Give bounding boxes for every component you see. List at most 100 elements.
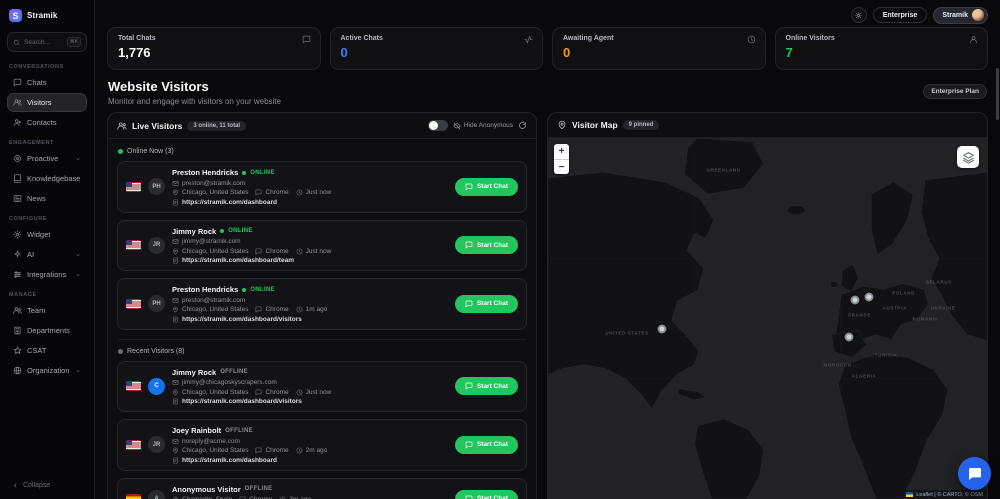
- online-dot: [242, 288, 246, 292]
- visitor-meta-row: Chicago, United States Chrome Just now: [172, 389, 448, 396]
- online-dot: [118, 149, 123, 154]
- visitor-meta-row: Chicago, United States Chrome 2m ago: [172, 447, 448, 454]
- visitor-email-row: noreply@acme.com: [172, 438, 448, 445]
- sidebar-item[interactable]: AI ⌄: [7, 245, 87, 264]
- browser-icon: [255, 248, 262, 255]
- zoom-out-button[interactable]: −: [554, 159, 569, 174]
- sidebar-item[interactable]: Knowledgebase: [7, 169, 87, 188]
- sidebar-item[interactable]: CSAT: [7, 341, 87, 360]
- visitor-email-row: preston@stramik.com: [172, 297, 448, 304]
- search-input[interactable]: Search... ⌘K: [7, 32, 87, 52]
- theme-toggle-button[interactable]: [851, 7, 867, 23]
- browser-icon: [255, 306, 262, 313]
- visitor-url: https://stramik.com/dashboard: [182, 199, 277, 206]
- page-icon: [172, 316, 179, 323]
- visitor-browser: Chrome: [265, 189, 288, 196]
- sidebar-item[interactable]: Integrations ⌄: [7, 265, 87, 284]
- scrollbar-thumb[interactable]: [996, 68, 999, 120]
- chat-icon: [465, 300, 473, 308]
- visitor-card: JR Jimmy Rock ONLINE jimmy@stramik.com C…: [117, 220, 527, 272]
- visitor-map-marker[interactable]: [865, 292, 874, 301]
- nav-section-title: ENGAGEMENT: [9, 140, 85, 146]
- collapse-sidebar-button[interactable]: Collapse: [7, 478, 87, 493]
- mail-icon: [172, 238, 179, 245]
- book-icon: [13, 174, 22, 183]
- map-country-label: FRANCE: [848, 312, 871, 317]
- visitor-email: preston@stramik.com: [182, 297, 245, 304]
- start-chat-button[interactable]: Start Chat: [455, 236, 518, 254]
- start-chat-button[interactable]: Start Chat: [455, 295, 518, 313]
- clock-icon: [296, 447, 303, 454]
- hide-anonymous-toggle[interactable]: [428, 120, 448, 131]
- visitor-map-marker[interactable]: [658, 325, 667, 334]
- sidebar-item[interactable]: Contacts: [7, 113, 87, 132]
- visitor-map-panel: Visitor Map 9 pinned: [547, 112, 988, 499]
- chat-bubble-icon: [967, 466, 983, 482]
- live-visitors-panel: Live Visitors 3 online, 11 total Hide An…: [107, 112, 537, 499]
- search-placeholder: Search...: [24, 39, 63, 46]
- search-icon: [13, 39, 20, 46]
- map-pin-icon: [557, 120, 567, 130]
- layers-icon: [962, 151, 975, 164]
- map-country-label: UKRAINE: [931, 305, 956, 310]
- chevron-left-icon: [12, 482, 19, 489]
- refresh-button[interactable]: [518, 121, 527, 130]
- map-layers-button[interactable]: [957, 146, 979, 168]
- main-area: Enterprise Stramik Total Chats 1,776 Act…: [95, 0, 1000, 499]
- chevron-down-icon: ⌄: [75, 253, 81, 257]
- user-icon: [969, 35, 978, 44]
- enterprise-button[interactable]: Enterprise: [873, 7, 928, 23]
- stat-label: Online Visitors: [786, 35, 978, 42]
- content-grid: Live Visitors 3 online, 11 total Hide An…: [107, 112, 988, 499]
- chat-widget-fab[interactable]: [958, 457, 991, 490]
- page-title: Website Visitors: [108, 79, 281, 94]
- mail-icon: [172, 297, 179, 304]
- online-dot: [242, 171, 246, 175]
- stat-card: Online Visitors 7: [775, 27, 989, 70]
- visitor-card: PH Preston Hendricks ONLINE preston@stra…: [117, 161, 527, 213]
- start-chat-button[interactable]: Start Chat: [455, 178, 518, 196]
- chat-icon: [465, 241, 473, 249]
- sidebar-item-label: Visitors: [27, 98, 51, 107]
- start-chat-button[interactable]: Start Chat: [455, 377, 518, 395]
- sidebar-item-label: Team: [27, 306, 45, 315]
- map-country-label: AUSTRIA: [883, 305, 907, 310]
- sidebar-item[interactable]: News: [7, 189, 87, 208]
- sidebar-item[interactable]: Chats: [7, 73, 87, 92]
- search-shortcut-badge: ⌘K: [67, 37, 81, 47]
- visitor-url-row: https://stramik.com/dashboard: [172, 457, 448, 464]
- start-chat-button[interactable]: Start Chat: [455, 436, 518, 454]
- sidebar-item-label: Chats: [27, 78, 47, 87]
- brand-name: Stramik: [27, 11, 57, 20]
- sidebar-item[interactable]: Team: [7, 301, 87, 320]
- start-chat-button[interactable]: Start Chat: [455, 490, 518, 499]
- sidebar-item[interactable]: Visitors: [7, 93, 87, 112]
- avatar: PH: [148, 295, 165, 312]
- visitor-name: Joey Rainbolt: [172, 426, 221, 435]
- nav-section-title: CONVERSATIONS: [9, 64, 85, 70]
- visitor-map-header: Visitor Map 9 pinned: [548, 113, 987, 138]
- visitor-last-seen: Just now: [306, 248, 332, 255]
- stat-card: Active Chats 0: [330, 27, 544, 70]
- account-menu-button[interactable]: Stramik: [933, 7, 988, 24]
- visitor-meta-row: Chicago, United States Chrome Just now: [172, 248, 448, 255]
- sparkle-icon: [13, 250, 22, 259]
- visitor-map-marker[interactable]: [851, 295, 860, 304]
- nav-section-title: MANAGE: [9, 292, 85, 298]
- sidebar-item[interactable]: Departments: [7, 321, 87, 340]
- visitor-map-marker[interactable]: [845, 332, 854, 341]
- sidebar-item[interactable]: Proactive ⌄: [7, 149, 87, 168]
- target-icon: [13, 154, 22, 163]
- sidebar: S Stramik Search... ⌘K CONVERSATIONS Cha…: [0, 0, 95, 499]
- avatar: JR: [148, 237, 165, 254]
- stat-label: Active Chats: [341, 35, 533, 42]
- stat-value: 1,776: [118, 45, 310, 60]
- chevron-down-icon: ⌄: [75, 157, 81, 161]
- sidebar-item[interactable]: Widget: [7, 225, 87, 244]
- map-country-label: ROMANIA: [913, 316, 939, 321]
- visitor-last-seen: 2m ago: [306, 447, 328, 454]
- world-map[interactable]: GREENLANDUNITED STATESFRANCEPOLANDBELARU…: [548, 138, 987, 499]
- sidebar-item[interactable]: Organization ⌄: [7, 361, 87, 380]
- sidebar-item-label: News: [27, 194, 46, 203]
- zoom-in-button[interactable]: +: [554, 144, 569, 159]
